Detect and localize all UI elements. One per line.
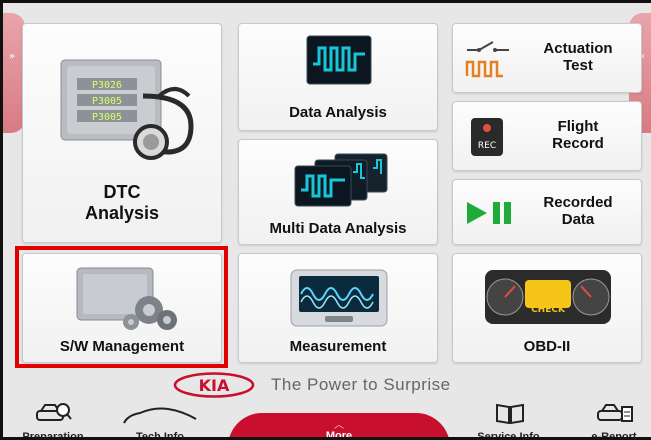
service-info-label: Service Info. [477,431,543,440]
multi-data-analysis-tile[interactable]: Multi Data Analysis [238,139,438,245]
service-info-button[interactable]: Service Info. [469,401,551,440]
e-report-label: e-Report [591,431,637,440]
dtc-code-3: P3005 [92,112,122,123]
obd2-tile[interactable]: CHECK OBD-II [452,253,642,363]
recorded-label-line2: Data [561,211,595,229]
measurement-label: Measurement [289,338,387,355]
brand-strip: KIA The Power to Surprise [3,370,651,400]
recorded-data-tile[interactable]: Recorded Data [452,179,642,245]
data-analysis-tile[interactable]: Data Analysis [238,23,438,131]
preparation-button[interactable]: Preparation [15,401,91,440]
actuation-test-label: Actuation Test [523,40,633,75]
obd2-label: OBD-II [523,338,571,355]
chevron-up-icon: ︿ [334,420,344,431]
switch-pulse-icon [465,41,509,78]
oscilloscope-icon [290,269,388,327]
waveform-monitor-icon [306,35,372,85]
tech-info-button[interactable]: Tech Info [115,401,205,440]
actuation-test-tile[interactable]: Actuation Test [452,23,642,93]
dtc-analysis-tile[interactable]: P3026 P3005 P3005 DTC Analysis [22,23,222,243]
sw-management-label: S/W Management [59,338,185,355]
recorded-data-label: Recorded Data [523,194,633,229]
dtc-label-line2: Analysis [84,202,160,223]
brand-slogan: The Power to Surprise [271,375,451,394]
gds-main-menu: » « P3026 P3005 P3005 DTC Analysis [0,0,651,440]
car-magnifier-icon [36,403,72,421]
preparation-label: Preparation [22,431,84,440]
multi-data-analysis-label: Multi Data Analysis [269,220,407,237]
rec-icon-text: REC [478,141,496,151]
flight-record-label: Flight Record [523,118,633,153]
actuation-label-line2: Test [563,57,593,75]
more-label: More [325,430,353,440]
play-pause-icon [467,202,511,224]
book-icon [496,403,524,425]
svg-text:KIA: KIA [199,376,230,395]
rec-device-icon: REC [471,118,503,156]
double-chevron-right-icon: » [9,51,16,62]
check-engine-dashboard-icon: CHECK [485,270,611,324]
multi-waveform-monitor-icon [294,153,388,207]
ecu-stethoscope-icon: P3026 P3005 P3005 [60,59,194,160]
more-button[interactable]: ︿ More [228,413,450,440]
sw-management-tile[interactable]: S/W Management [22,253,222,363]
flight-record-tile[interactable]: REC Flight Record [452,101,642,171]
car-silhouette-icon [123,407,197,424]
actuation-label-line1: Actuation [543,40,613,57]
data-analysis-label: Data Analysis [289,104,387,121]
dtc-label-line1: DTC [103,182,141,202]
flight-label-line2: Record [552,135,604,153]
tech-info-label: Tech Info [135,431,185,440]
flight-label-line1: Flight [557,118,599,135]
check-icon-text: CHECK [531,305,566,315]
ecu-gears-icon [76,267,177,330]
dtc-code-2: P3005 [92,96,122,107]
recorded-label-line1: Recorded [543,194,613,211]
kia-logo: KIA [173,372,255,398]
dtc-code-1: P3026 [92,80,122,91]
measurement-tile[interactable]: Measurement [238,253,438,363]
car-report-icon [597,404,633,422]
e-report-button[interactable]: e-Report [581,401,647,440]
dtc-analysis-label: DTC Analysis [23,182,221,223]
